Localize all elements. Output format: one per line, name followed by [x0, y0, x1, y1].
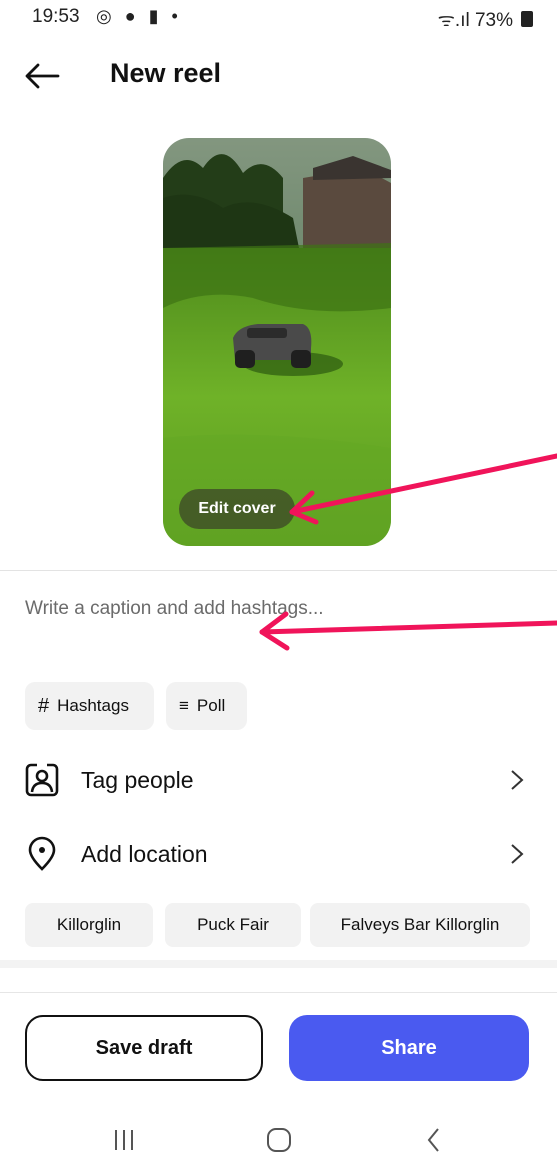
share-button[interactable]: Share: [289, 1015, 529, 1081]
poll-chip[interactable]: ≡ Poll: [166, 682, 247, 730]
divider: [0, 570, 557, 571]
page-title: New reel: [110, 58, 222, 88]
home-icon[interactable]: [264, 1120, 294, 1160]
location-suggestion-chip[interactable]: Falveys Bar Killorglin: [310, 903, 530, 947]
tag-people-row[interactable]: Tag people: [0, 750, 557, 812]
reel-cover-image: [163, 138, 391, 546]
tag-people-icon: [25, 763, 59, 797]
location-suggestion-chip[interactable]: Killorglin: [25, 903, 153, 947]
location-pin-icon: [28, 836, 56, 871]
poll-chip-label: Poll: [196, 696, 226, 715]
edit-cover-button[interactable]: Edit cover: [179, 489, 295, 529]
hashtags-chip[interactable]: # Hashtags: [25, 682, 154, 730]
hashtags-chip-label: Hashtags: [57, 696, 129, 715]
location-suggestion-chip[interactable]: Puck Fair: [165, 903, 301, 947]
annotation-arrow-caption: [259, 620, 557, 635]
reel-cover-thumbnail[interactable]: [163, 138, 391, 546]
status-signal-battery: ᯤ.ıl 73%: [437, 10, 513, 31]
battery-icon: [521, 11, 533, 27]
add-location-label: Add location: [81, 841, 208, 867]
status-time: 19:53: [32, 6, 80, 27]
section-separator: [0, 960, 557, 968]
poll-icon: ≡: [179, 696, 189, 715]
caption-input[interactable]: Write a caption and add hashtags...: [25, 598, 324, 620]
status-notification-icons: ◎ ● ▮ •: [96, 6, 182, 26]
hashtag-icon: #: [38, 694, 50, 717]
tag-people-label: Tag people: [81, 767, 194, 793]
nav-back-icon[interactable]: [424, 1120, 444, 1160]
save-draft-button[interactable]: Save draft: [25, 1015, 263, 1081]
recent-apps-icon[interactable]: [112, 1120, 136, 1160]
arrow-left-icon: [25, 63, 60, 89]
divider: [0, 992, 557, 993]
chevron-right-icon: [511, 770, 524, 790]
back-button[interactable]: [22, 58, 62, 94]
add-location-row[interactable]: Add location: [0, 824, 557, 886]
status-bar: 19:53 ◎ ● ▮ • ᯤ.ıl 73%: [0, 0, 557, 40]
chevron-right-icon: [511, 844, 524, 864]
